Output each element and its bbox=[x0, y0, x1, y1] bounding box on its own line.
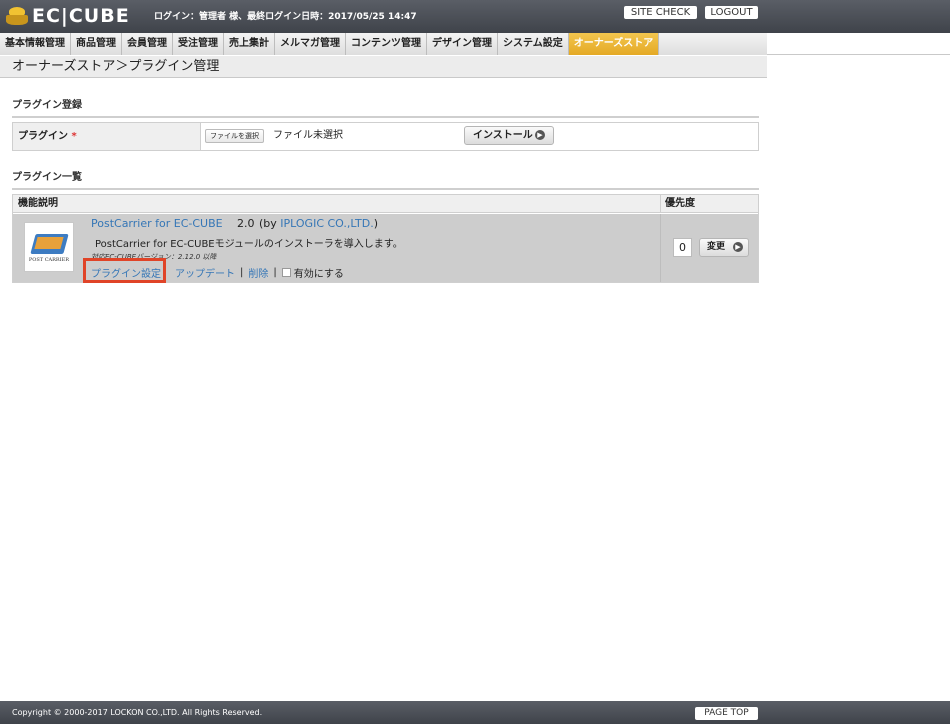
page-title-bar: オーナーズストア＞プラグイン管理 bbox=[0, 56, 767, 78]
separator: | bbox=[240, 266, 244, 278]
nav-item-products[interactable]: 商品管理 bbox=[71, 33, 122, 55]
nav-item-design[interactable]: デザイン管理 bbox=[427, 33, 498, 55]
plugin-description: PostCarrier for EC-CUBEモジュールのインストーラを導入しま… bbox=[95, 239, 403, 250]
plugin-author: (by IPLOGIC CO.,LTD.) bbox=[259, 217, 378, 230]
nav-item-customers[interactable]: 会員管理 bbox=[122, 33, 173, 55]
plugin-logo-text: POST CARRIER bbox=[28, 257, 70, 263]
plugin-field-label: プラグイン * bbox=[13, 123, 201, 150]
postcarrier-logo-image: POST CARRIER bbox=[24, 222, 74, 272]
separator: | bbox=[273, 266, 277, 278]
choose-file-button[interactable]: ファイルを選択 bbox=[205, 129, 264, 143]
page-top-button[interactable]: PAGE TOP bbox=[695, 707, 758, 720]
plugin-name-link[interactable]: PostCarrier for EC-CUBE bbox=[91, 217, 223, 230]
header: EC|CUBE ログイン：管理者 様、最終ログイン日時：2017/05/25 1… bbox=[0, 0, 950, 33]
copyright: Copyright © 2000-2017 LOCKON CO.,LTD. Al… bbox=[12, 708, 263, 717]
by-prefix: (by bbox=[259, 217, 281, 230]
page-title: オーナーズストア＞プラグイン管理 bbox=[12, 59, 220, 74]
arrow-right-icon: ▶ bbox=[535, 130, 545, 140]
plugin-version: 2.0 bbox=[237, 217, 255, 230]
ec-cube-logo[interactable]: EC|CUBE bbox=[6, 5, 130, 27]
arrow-right-icon: ▶ bbox=[733, 242, 743, 252]
logo-text: EC|CUBE bbox=[32, 5, 130, 27]
logout-button[interactable]: LOGOUT bbox=[705, 6, 758, 19]
plugin-update-link[interactable]: アップデート bbox=[175, 265, 235, 280]
file-status: ファイル未選択 bbox=[273, 130, 343, 141]
enable-label[interactable]: 有効にする bbox=[294, 265, 344, 280]
install-button-label: インストール bbox=[473, 130, 533, 141]
nav-item-sales[interactable]: 売上集計 bbox=[224, 33, 275, 55]
list-heading: プラグイン一覧 bbox=[12, 168, 759, 190]
change-button-label: 変更 bbox=[707, 242, 726, 252]
plugin-label-text: プラグイン bbox=[18, 131, 68, 142]
footer: Copyright © 2000-2017 LOCKON CO.,LTD. Al… bbox=[0, 701, 950, 724]
nav-item-system[interactable]: システム設定 bbox=[498, 33, 569, 55]
highlight-box bbox=[83, 258, 166, 283]
nav-item-basic-info[interactable]: 基本情報管理 bbox=[0, 33, 71, 55]
nav-item-orders[interactable]: 受注管理 bbox=[173, 33, 224, 55]
login-info: ログイン：管理者 様、最終ログイン日時：2017/05/25 14:47 bbox=[154, 12, 417, 22]
nav-item-contents[interactable]: コンテンツ管理 bbox=[346, 33, 427, 55]
col-header-priority: 優先度 bbox=[660, 195, 758, 213]
priority-cell: 0 変更 ▶ bbox=[660, 214, 758, 282]
col-header-description: 機能説明 bbox=[18, 198, 58, 209]
site-check-button[interactable]: SITE CHECK bbox=[624, 6, 697, 19]
plugin-author-link[interactable]: IPLOGIC CO.,LTD. bbox=[280, 217, 373, 230]
register-heading: プラグイン登録 bbox=[12, 96, 759, 118]
change-priority-button[interactable]: 変更 ▶ bbox=[699, 238, 749, 257]
main-nav: 基本情報管理 商品管理 会員管理 受注管理 売上集計 メルマガ管理 コンテンツ管… bbox=[0, 33, 950, 55]
nav-item-owners-store[interactable]: オーナーズストア bbox=[568, 33, 660, 55]
plugin-delete-link[interactable]: 削除 bbox=[248, 265, 268, 280]
install-button[interactable]: インストール ▶ bbox=[464, 126, 554, 145]
enable-checkbox[interactable] bbox=[281, 267, 291, 277]
by-suffix: ) bbox=[373, 217, 378, 230]
register-table: プラグイン * ファイルを選択 ファイル未選択 インストール ▶ bbox=[12, 122, 759, 151]
priority-input[interactable]: 0 bbox=[673, 238, 692, 257]
cube-logo-icon bbox=[6, 7, 28, 25]
required-mark: * bbox=[71, 131, 77, 142]
list-header-row: 機能説明 優先度 bbox=[13, 195, 758, 213]
nav-item-mailmag[interactable]: メルマガ管理 bbox=[275, 33, 346, 55]
